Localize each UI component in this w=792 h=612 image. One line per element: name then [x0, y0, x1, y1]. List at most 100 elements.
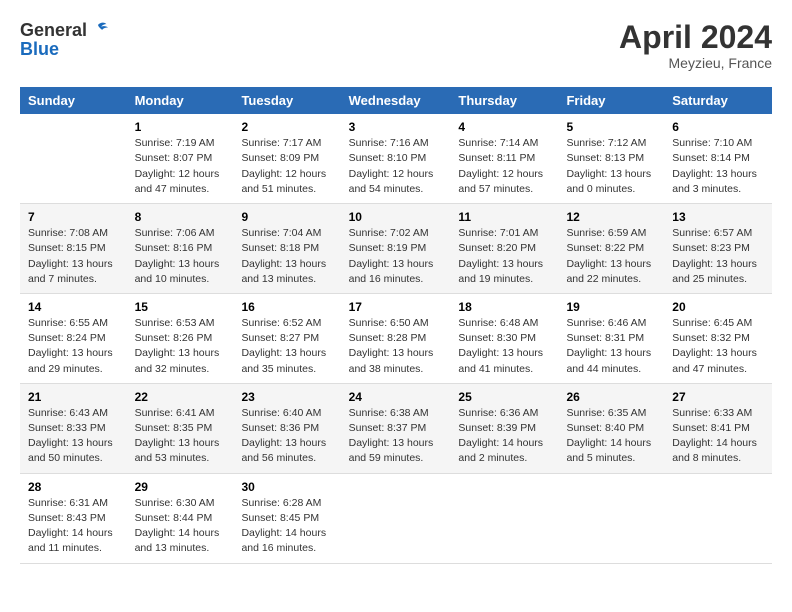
day-info: Sunrise: 6:43 AMSunset: 8:33 PMDaylight:… [28, 407, 113, 465]
calendar-cell [664, 473, 772, 563]
day-info: Sunrise: 7:19 AMSunset: 8:07 PMDaylight:… [135, 137, 220, 195]
calendar-cell: 13 Sunrise: 6:57 AMSunset: 8:23 PMDayligh… [664, 204, 772, 294]
calendar-week-2: 7 Sunrise: 7:08 AMSunset: 8:15 PMDaylight… [20, 204, 772, 294]
day-number: 25 [458, 390, 550, 404]
day-info: Sunrise: 6:59 AMSunset: 8:22 PMDaylight:… [566, 227, 651, 285]
calendar-cell: 6Sunrise: 7:10 AMSunset: 8:14 PMDaylight… [664, 114, 772, 203]
day-info: Sunrise: 6:40 AMSunset: 8:36 PMDaylight:… [241, 407, 326, 465]
calendar-cell: 2 Sunrise: 7:17 AMSunset: 8:09 PMDaylight… [233, 114, 340, 203]
page-header: General Blue April 2024 Meyzieu, France [20, 20, 772, 71]
logo-block: General Blue [20, 20, 109, 60]
day-number: 20 [672, 300, 764, 314]
calendar-week-3: 14 Sunrise: 6:55 AMSunset: 8:24 PMDayligh… [20, 293, 772, 383]
col-header-monday: Monday [127, 87, 234, 114]
day-number: 28 [28, 480, 119, 494]
logo: General Blue [20, 20, 109, 60]
day-info: Sunrise: 6:45 AMSunset: 8:32 PMDaylight:… [672, 317, 757, 375]
day-number: 23 [241, 390, 332, 404]
day-info: Sunrise: 6:52 AMSunset: 8:27 PMDaylight:… [241, 317, 326, 375]
day-info: Sunrise: 6:46 AMSunset: 8:31 PMDaylight:… [566, 317, 651, 375]
day-number: 14 [28, 300, 119, 314]
col-header-thursday: Thursday [450, 87, 558, 114]
day-number: 17 [349, 300, 443, 314]
calendar-cell: 21 Sunrise: 6:43 AMSunset: 8:33 PMDayligh… [20, 383, 127, 473]
calendar-cell: 20 Sunrise: 6:45 AMSunset: 8:32 PMDayligh… [664, 293, 772, 383]
day-info: Sunrise: 7:12 AMSunset: 8:13 PMDaylight:… [566, 137, 651, 195]
day-info: Sunrise: 7:02 AMSunset: 8:19 PMDaylight:… [349, 227, 434, 285]
calendar-cell: 23 Sunrise: 6:40 AMSunset: 8:36 PMDayligh… [233, 383, 340, 473]
day-info: Sunrise: 6:48 AMSunset: 8:30 PMDaylight:… [458, 317, 543, 375]
col-header-saturday: Saturday [664, 87, 772, 114]
day-info: Sunrise: 6:28 AMSunset: 8:45 PMDaylight:… [241, 497, 326, 555]
day-info: Sunrise: 6:57 AMSunset: 8:23 PMDaylight:… [672, 227, 757, 285]
calendar-cell [341, 473, 451, 563]
day-number: 4 [458, 120, 550, 134]
col-header-wednesday: Wednesday [341, 87, 451, 114]
calendar-week-4: 21 Sunrise: 6:43 AMSunset: 8:33 PMDayligh… [20, 383, 772, 473]
day-number: 7 [28, 210, 119, 224]
day-number: 22 [135, 390, 226, 404]
day-number: 27 [672, 390, 764, 404]
day-info: Sunrise: 6:55 AMSunset: 8:24 PMDaylight:… [28, 317, 113, 375]
col-header-tuesday: Tuesday [233, 87, 340, 114]
calendar-cell [20, 114, 127, 203]
calendar-cell [450, 473, 558, 563]
calendar-cell: 7 Sunrise: 7:08 AMSunset: 8:15 PMDaylight… [20, 204, 127, 294]
day-number: 13 [672, 210, 764, 224]
calendar-cell: 22 Sunrise: 6:41 AMSunset: 8:35 PMDayligh… [127, 383, 234, 473]
day-info: Sunrise: 7:17 AMSunset: 8:09 PMDaylight:… [241, 137, 326, 195]
calendar-cell: 3Sunrise: 7:16 AMSunset: 8:10 PMDaylight… [341, 114, 451, 203]
day-number: 9 [241, 210, 332, 224]
day-number: 18 [458, 300, 550, 314]
day-number: 1 [135, 120, 226, 134]
location-text: Meyzieu, France [619, 55, 772, 71]
month-title: April 2024 [619, 20, 772, 55]
day-number: 16 [241, 300, 332, 314]
day-info: Sunrise: 7:08 AMSunset: 8:15 PMDaylight:… [28, 227, 113, 285]
day-number: 11 [458, 210, 550, 224]
calendar-cell: 19 Sunrise: 6:46 AMSunset: 8:31 PMDayligh… [558, 293, 664, 383]
calendar-cell: 5 Sunrise: 7:12 AMSunset: 8:13 PMDaylight… [558, 114, 664, 203]
day-info: Sunrise: 6:31 AMSunset: 8:43 PMDaylight:… [28, 497, 113, 555]
col-header-friday: Friday [558, 87, 664, 114]
day-number: 2 [241, 120, 332, 134]
calendar-cell: 4Sunrise: 7:14 AMSunset: 8:11 PMDaylight… [450, 114, 558, 203]
day-number: 10 [349, 210, 443, 224]
calendar-cell: 27 Sunrise: 6:33 AMSunset: 8:41 PMDayligh… [664, 383, 772, 473]
day-number: 30 [241, 480, 332, 494]
day-info: Sunrise: 6:33 AMSunset: 8:41 PMDaylight:… [672, 407, 757, 465]
calendar-cell: 12Sunrise: 6:59 AMSunset: 8:22 PMDayligh… [558, 204, 664, 294]
calendar-cell: 15 Sunrise: 6:53 AMSunset: 8:26 PMDayligh… [127, 293, 234, 383]
day-info: Sunrise: 6:35 AMSunset: 8:40 PMDaylight:… [566, 407, 651, 465]
calendar-cell: 28 Sunrise: 6:31 AMSunset: 8:43 PMDayligh… [20, 473, 127, 563]
calendar-cell: 16 Sunrise: 6:52 AMSunset: 8:27 PMDayligh… [233, 293, 340, 383]
day-info: Sunrise: 7:01 AMSunset: 8:20 PMDaylight:… [458, 227, 543, 285]
title-block: April 2024 Meyzieu, France [619, 20, 772, 71]
calendar-cell: 14 Sunrise: 6:55 AMSunset: 8:24 PMDayligh… [20, 293, 127, 383]
day-number: 19 [566, 300, 656, 314]
day-info: Sunrise: 6:50 AMSunset: 8:28 PMDaylight:… [349, 317, 434, 375]
logo-general-text: General [20, 21, 87, 39]
day-info: Sunrise: 7:04 AMSunset: 8:18 PMDaylight:… [241, 227, 326, 285]
day-info: Sunrise: 6:38 AMSunset: 8:37 PMDaylight:… [349, 407, 434, 465]
calendar-week-5: 28 Sunrise: 6:31 AMSunset: 8:43 PMDayligh… [20, 473, 772, 563]
calendar-cell: 11 Sunrise: 7:01 AMSunset: 8:20 PMDayligh… [450, 204, 558, 294]
calendar-cell: 29Sunrise: 6:30 AMSunset: 8:44 PMDayligh… [127, 473, 234, 563]
calendar-header-row: SundayMondayTuesdayWednesdayThursdayFrid… [20, 87, 772, 114]
day-number: 15 [135, 300, 226, 314]
calendar-cell: 24 Sunrise: 6:38 AMSunset: 8:37 PMDayligh… [341, 383, 451, 473]
day-info: Sunrise: 7:10 AMSunset: 8:14 PMDaylight:… [672, 137, 757, 195]
logo-blue-text: Blue [20, 39, 59, 59]
calendar-table: SundayMondayTuesdayWednesdayThursdayFrid… [20, 87, 772, 563]
col-header-sunday: Sunday [20, 87, 127, 114]
day-info: Sunrise: 6:41 AMSunset: 8:35 PMDaylight:… [135, 407, 220, 465]
day-number: 26 [566, 390, 656, 404]
day-number: 5 [566, 120, 656, 134]
day-info: Sunrise: 6:53 AMSunset: 8:26 PMDaylight:… [135, 317, 220, 375]
calendar-cell: 30 Sunrise: 6:28 AMSunset: 8:45 PMDayligh… [233, 473, 340, 563]
day-number: 24 [349, 390, 443, 404]
day-number: 21 [28, 390, 119, 404]
day-info: Sunrise: 6:30 AMSunset: 8:44 PMDaylight:… [135, 497, 220, 555]
day-number: 3 [349, 120, 443, 134]
calendar-cell: 10 Sunrise: 7:02 AMSunset: 8:19 PMDayligh… [341, 204, 451, 294]
